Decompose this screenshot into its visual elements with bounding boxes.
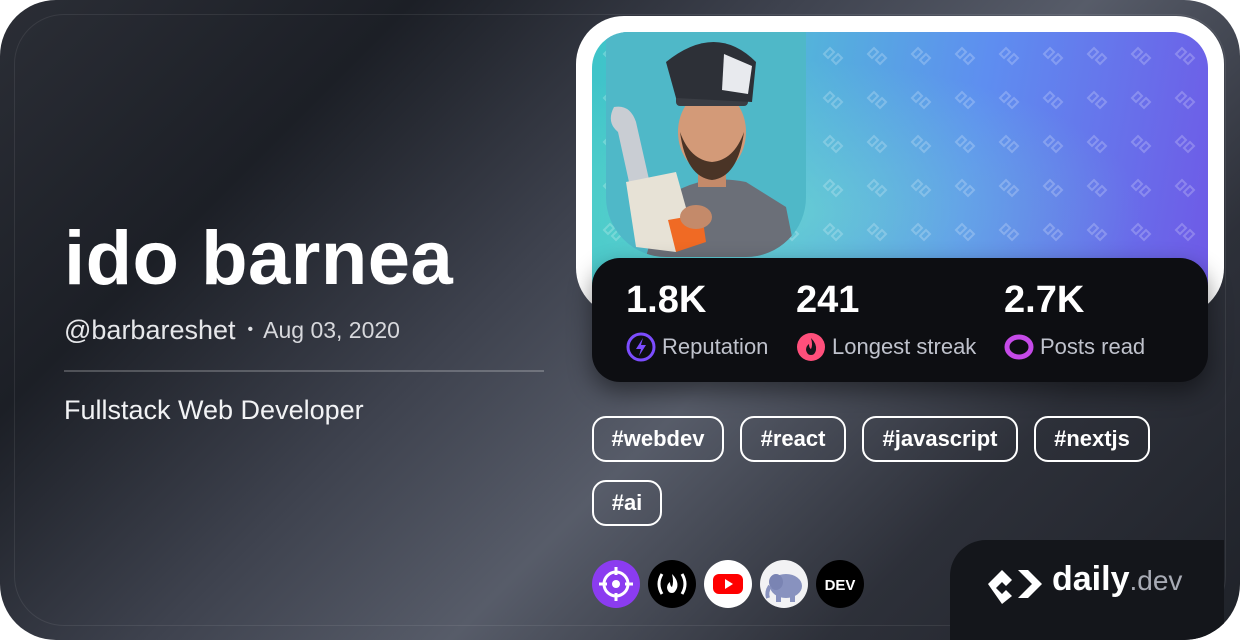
handle-row: @barbareshet • Aug 03, 2020 [64,312,400,348]
avatar [606,32,806,257]
stats-panel: 1.8K Reputation 241 Longest streak 2.7K [592,258,1208,382]
lightning-icon [626,332,656,362]
stat-label: Posts read [1040,334,1146,359]
username: @barbareshet [64,314,236,345]
stat-value: 2.7K [1004,279,1085,321]
stat-longest-streak: 241 Longest streak [796,278,976,362]
dev-icon: DEV [825,577,856,594]
tag-chip[interactable]: #react [740,416,846,462]
divider [64,370,544,372]
avatar-photo [606,32,806,257]
stat-label: Reputation [662,334,769,359]
stat-label: Longest streak [832,334,977,359]
tag-chip[interactable]: #webdev [592,416,724,462]
tag-chip[interactable]: #nextjs [1034,416,1150,462]
profile-card: ido barnea @barbareshet • Aug 03, 2020 F… [0,0,1240,640]
squad-avatar[interactable] [648,560,696,608]
flame-icon [797,333,825,361]
squad-avatar[interactable] [592,560,640,608]
tag-chip[interactable]: #javascript [862,416,1018,462]
brand-daily: daily [1052,560,1130,598]
squad-avatar[interactable]: DEV [816,560,864,608]
brand-dev: .dev [1129,565,1183,596]
bio: Fullstack Web Developer [64,395,364,425]
separator-dot: • [247,321,254,338]
squad-avatar[interactable] [704,560,752,608]
stat-posts-read: 2.7K Posts read [1004,278,1145,362]
stat-label-row: Reputation [626,332,768,362]
eye-ring-icon [1004,334,1034,360]
join-date: Aug 03, 2020 [263,316,400,343]
tag-chip[interactable]: #ai [592,480,662,526]
brand-wordmark: daily.dev [1052,560,1182,599]
stat-label-row: Posts read [1004,332,1145,362]
dev-label: DEV [825,577,856,594]
stat-value: 241 [796,279,860,321]
stat-value: 1.8K [626,279,707,321]
youtube-icon [713,574,743,594]
stat-reputation: 1.8K Reputation [626,278,768,362]
stat-label-row: Longest streak [796,332,976,362]
brand-footer: daily.dev [950,540,1224,640]
daily-dev-logo-icon [988,570,1042,604]
profile-name: ido barnea [64,216,454,301]
crosshair-icon [599,567,633,601]
php-elephant-icon [765,574,802,602]
freecodecamp-icon [657,573,687,595]
squad-avatar[interactable] [760,560,808,608]
